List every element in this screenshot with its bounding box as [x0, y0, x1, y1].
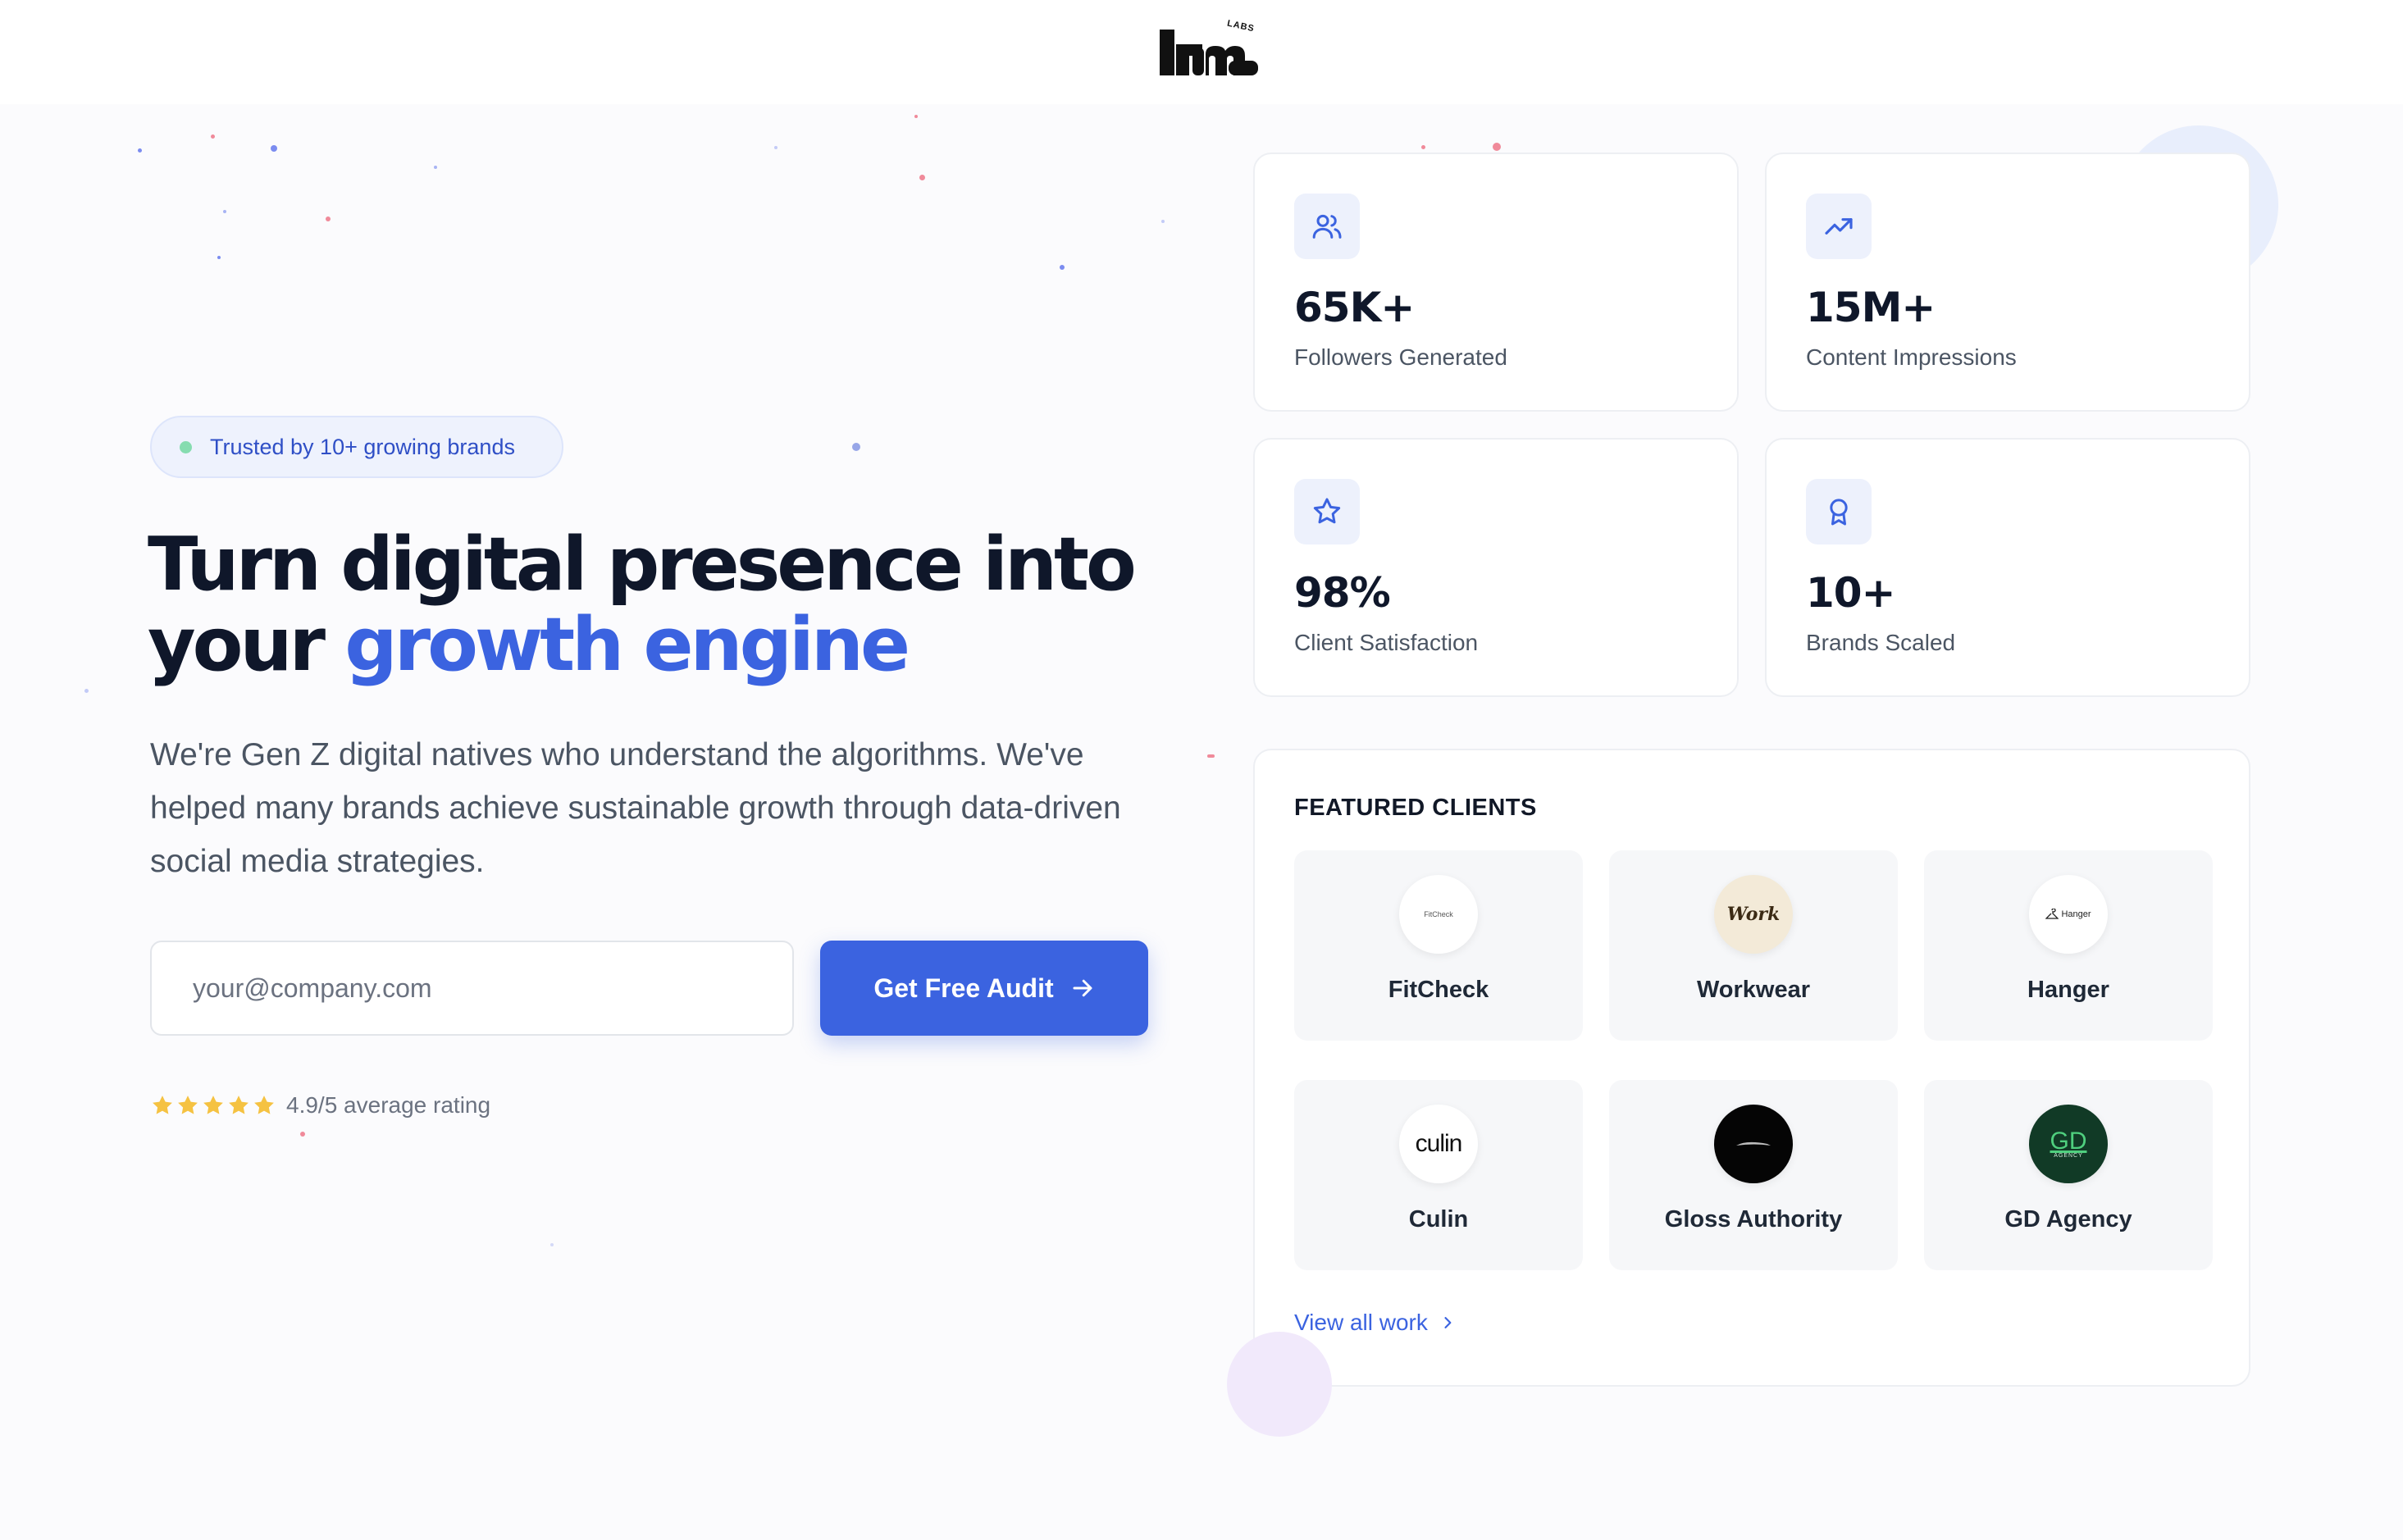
- award-icon: [1806, 479, 1872, 544]
- rating-star-icon: [178, 1096, 198, 1114]
- users-icon: [1294, 194, 1360, 259]
- client-card-fitcheck[interactable]: FitCheck FitCheck: [1294, 850, 1583, 1041]
- email-input[interactable]: [150, 941, 794, 1036]
- view-all-work-link[interactable]: View all work: [1294, 1310, 1456, 1336]
- rating-row: 4.9/5 average rating: [150, 1091, 490, 1120]
- rating-star-icon: [153, 1096, 172, 1114]
- client-name: Gloss Authority: [1664, 1206, 1843, 1232]
- status-dot: [180, 440, 192, 453]
- client-card-culin[interactable]: culin Culin: [1294, 1080, 1583, 1270]
- chevron-right-icon: [1444, 1317, 1452, 1328]
- client-card-gloss-authority[interactable]: Gloss Authority: [1609, 1080, 1898, 1270]
- rating-star-icon: [203, 1096, 223, 1114]
- client-logo-text: culin: [1415, 1130, 1463, 1157]
- rating-star-icon: [229, 1096, 249, 1114]
- client-logo-text: Hanger: [2061, 909, 2091, 919]
- stat-label: Content Impressions: [1806, 344, 2017, 370]
- stat-label: Client Satisfaction: [1294, 630, 1479, 655]
- client-card-hanger[interactable]: Hanger Hanger: [1924, 850, 2213, 1041]
- client-logo: culin: [1399, 1105, 1478, 1183]
- stat-value: 65K+: [1294, 284, 1415, 331]
- hanger-icon: [2045, 909, 2059, 919]
- stat-label: Brands Scaled: [1806, 630, 1956, 655]
- stat-value: 98%: [1294, 569, 1391, 617]
- client-logo: FitCheck: [1399, 875, 1478, 954]
- client-card-workwear[interactable]: Work Workwear: [1609, 850, 1898, 1041]
- brand-logo[interactable]: LABS: [1158, 19, 1260, 80]
- view-all-work-label: View all work: [1294, 1310, 1428, 1335]
- client-name: Culin: [1408, 1206, 1469, 1232]
- client-logo: Hanger: [2029, 875, 2108, 954]
- client-name: FitCheck: [1388, 977, 1489, 1003]
- stat-value: 10+: [1806, 569, 1895, 617]
- hero-headline: Turn digital presence into your growth e…: [148, 525, 1230, 686]
- client-logo-text: GD: [2050, 1127, 2087, 1155]
- featured-clients-panel: FEATURED CLIENTS FitCheck FitCheck Work …: [1253, 749, 2250, 1387]
- headline-line-2: your: [148, 602, 345, 688]
- headline-line-1: Turn digital presence into: [148, 522, 1137, 608]
- stat-card-satisfaction: 98% Client Satisfaction: [1253, 438, 1739, 697]
- cta-label: Get Free Audit: [873, 973, 1054, 1003]
- client-logo: Work: [1714, 875, 1793, 954]
- get-free-audit-button[interactable]: Get Free Audit: [820, 941, 1148, 1036]
- trusted-badge: Trusted by 10+ growing brands: [150, 416, 563, 478]
- client-logo: GD AGENCY: [2029, 1105, 2108, 1183]
- client-card-gd-agency[interactable]: GD AGENCY GD Agency: [1924, 1080, 2213, 1270]
- client-name: Workwear: [1696, 977, 1811, 1003]
- trusted-badge-text: Trusted by 10+ growing brands: [210, 434, 515, 459]
- arrow-right-icon: [1073, 979, 1092, 997]
- rating-star-icon: [254, 1096, 274, 1114]
- client-name: GD Agency: [2004, 1206, 2132, 1232]
- rating-text: 4.9/5 average rating: [286, 1092, 491, 1118]
- headline-accent: growth engine: [344, 602, 910, 688]
- stat-value: 15M+: [1806, 284, 1936, 331]
- star-icon: [1294, 479, 1360, 544]
- stat-card-followers: 65K+ Followers Generated: [1253, 153, 1739, 412]
- client-name: Hanger: [2027, 977, 2109, 1003]
- client-logo-sub: AGENCY: [2054, 1152, 2083, 1159]
- featured-clients-title: FEATURED CLIENTS: [1294, 795, 1537, 821]
- trending-up-icon: [1806, 194, 1872, 259]
- hero-subcopy: We're Gen Z digital natives who understa…: [150, 737, 1121, 879]
- rating-stars: [150, 1093, 276, 1118]
- stat-card-impressions: 15M+ Content Impressions: [1765, 153, 2250, 412]
- header: LABS: [0, 0, 2403, 104]
- client-logo-text: Work: [1726, 904, 1781, 925]
- stat-card-brands: 10+ Brands Scaled: [1765, 438, 2250, 697]
- stat-label: Followers Generated: [1294, 344, 1507, 370]
- gloss-authority-logo-mark: [1736, 1141, 1771, 1146]
- client-logo: [1714, 1105, 1793, 1183]
- client-logo-text: FitCheck: [1424, 910, 1453, 918]
